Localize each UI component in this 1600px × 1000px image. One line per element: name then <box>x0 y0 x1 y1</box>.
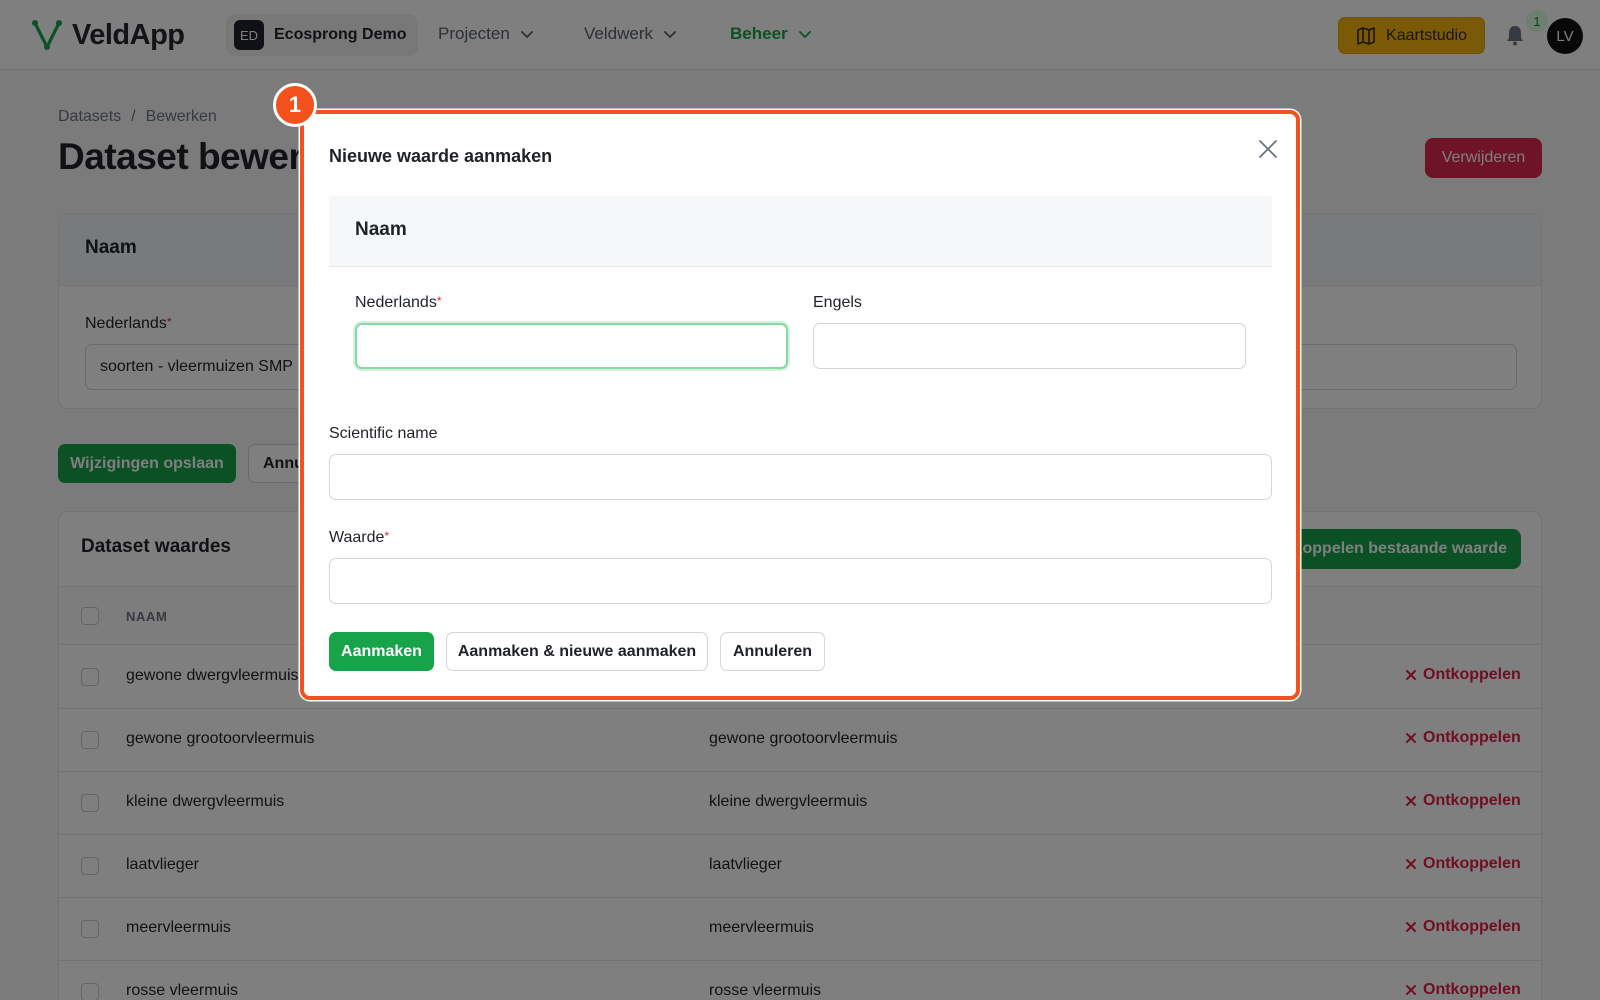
modal-cancel-button[interactable]: Annuleren <box>720 632 825 671</box>
modal-section-header: Naam <box>329 196 1272 267</box>
create-and-new-button[interactable]: Aanmaken & nieuwe aanmaken <box>446 632 708 671</box>
modal-scientific-label: Scientific name <box>329 425 438 442</box>
create-button[interactable]: Aanmaken <box>329 632 434 671</box>
modal-value-label-text: Waarde <box>329 529 385 546</box>
close-icon[interactable] <box>1257 138 1279 160</box>
modal-nl-label: Nederlands* <box>355 294 442 312</box>
modal-nl-label-text: Nederlands <box>355 294 437 311</box>
modal-en-label: Engels <box>813 294 862 311</box>
modal-scientific-input[interactable] <box>329 454 1272 500</box>
modal-title: Nieuwe waarde aanmaken <box>329 146 553 166</box>
step-marker-badge: 1 <box>273 83 317 127</box>
modal-en-input[interactable] <box>813 323 1246 369</box>
required-mark: * <box>384 529 390 543</box>
modal-nl-input[interactable] <box>355 323 788 369</box>
modal-value-input[interactable] <box>329 558 1272 604</box>
create-value-modal: Nieuwe waarde aanmaken Naam Nederlands* … <box>300 110 1300 700</box>
modal-value-label: Waarde* <box>329 529 389 547</box>
required-mark: * <box>436 294 442 308</box>
